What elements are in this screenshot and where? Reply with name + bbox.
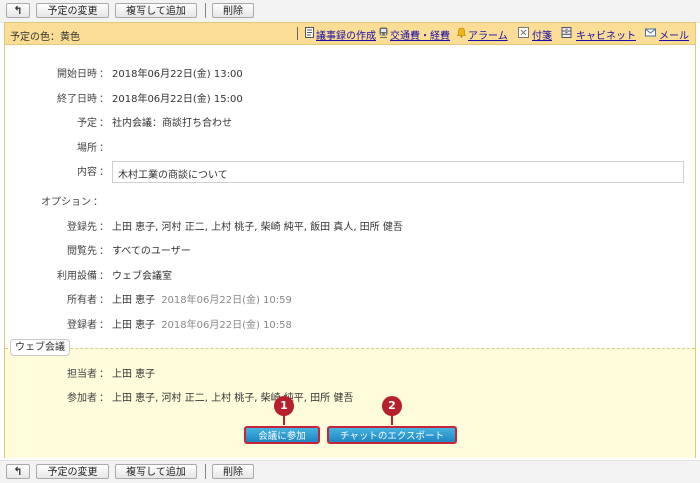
facility-colon: ： bbox=[99, 271, 109, 282]
facility-value: ウェブ会議室 bbox=[112, 271, 172, 282]
callout-1-badge: 1 bbox=[274, 396, 294, 416]
mail-link[interactable]: メール bbox=[659, 27, 689, 42]
expenses-link[interactable]: 交通費・経費 bbox=[390, 27, 450, 42]
registrar-value: 上田 恵子 2018年06月22日(金) 10:58 bbox=[112, 316, 292, 331]
content-colon: ： bbox=[99, 167, 109, 178]
schedule-value: 社内会議：商談打ち合わせ bbox=[112, 118, 232, 129]
host-value: 上田 恵子 bbox=[112, 369, 156, 380]
bell-icon bbox=[456, 27, 467, 38]
alarm-link[interactable]: アラーム bbox=[468, 27, 508, 42]
content-label: 内容 bbox=[77, 167, 97, 178]
end-label: 終了日時 bbox=[57, 94, 97, 105]
cabinet-icon bbox=[561, 27, 572, 38]
export-chat-button[interactable]: チャットのエクスポート bbox=[327, 426, 457, 444]
join-meeting-button[interactable]: 会議に参加 bbox=[244, 426, 320, 444]
callout-2-badge: 2 bbox=[382, 396, 402, 416]
host-colon: ： bbox=[99, 369, 109, 380]
participants-label: 参加者 bbox=[67, 393, 97, 404]
start-colon: ： bbox=[99, 69, 109, 80]
back-button[interactable]: ↰ bbox=[6, 3, 30, 18]
option-colon: ： bbox=[93, 197, 103, 208]
owner-name: 上田 恵子 bbox=[112, 295, 156, 306]
viewers-colon: ： bbox=[99, 246, 109, 257]
change-schedule-button-bottom[interactable]: 予定の変更 bbox=[36, 464, 109, 479]
viewers-label: 閲覧先 bbox=[67, 246, 97, 257]
header-separator bbox=[297, 27, 298, 40]
place-label: 場所 bbox=[77, 143, 97, 154]
registrar-name: 上田 恵子 bbox=[112, 320, 156, 331]
owner-value: 上田 恵子 2018年06月22日(金) 10:59 bbox=[112, 291, 292, 306]
cabinet-link[interactable]: キャビネット bbox=[576, 27, 636, 42]
toolbar-separator bbox=[205, 3, 206, 18]
host-label: 担当者 bbox=[67, 369, 97, 380]
mail-icon bbox=[645, 28, 656, 37]
sticky-note-icon bbox=[518, 27, 529, 38]
participants-colon: ： bbox=[99, 393, 109, 404]
facility-label: 利用設備 bbox=[57, 271, 97, 282]
copy-add-button-bottom[interactable]: 複写して追加 bbox=[115, 464, 197, 479]
back-button-bottom[interactable]: ↰ bbox=[6, 464, 30, 479]
train-icon bbox=[379, 27, 388, 38]
start-value: 2018年06月22日(金) 13:00 bbox=[112, 69, 243, 80]
owner-time: 2018年06月22日(金) 10:59 bbox=[161, 295, 292, 306]
schedule-label: 予定 bbox=[77, 118, 97, 129]
change-schedule-button[interactable]: 予定の変更 bbox=[36, 3, 109, 18]
top-toolbar: ↰ 予定の変更 複写して追加 削除 bbox=[0, 0, 700, 23]
delete-button-bottom[interactable]: 削除 bbox=[212, 464, 254, 479]
schedule-detail-panel: 予定の色：黄色 議事録の作成 交通費・経費 アラーム 付箋 キャビネット メール… bbox=[4, 22, 696, 458]
minutes-link[interactable]: 議事録の作成 bbox=[316, 27, 376, 42]
toolbar-separator-bottom bbox=[205, 464, 206, 479]
end-colon: ： bbox=[99, 94, 109, 105]
end-value: 2018年06月22日(金) 15:00 bbox=[112, 94, 243, 105]
start-label: 開始日時 bbox=[57, 69, 97, 80]
content-value: 木村工業の商談について bbox=[112, 161, 684, 183]
note-link[interactable]: 付箋 bbox=[532, 27, 552, 42]
back-arrow-icon: ↰ bbox=[13, 465, 23, 478]
owner-label: 所有者 bbox=[67, 295, 97, 306]
viewers-value: すべてのユーザー bbox=[112, 246, 191, 257]
minutes-icon bbox=[305, 27, 314, 38]
delete-button[interactable]: 削除 bbox=[212, 3, 254, 18]
participants-value: 上田 恵子, 河村 正二, 上村 桃子, 柴崎 純平, 田所 健吾 bbox=[112, 393, 354, 404]
owner-colon: ： bbox=[99, 295, 109, 306]
web-meeting-tag: ウェブ会議 bbox=[10, 339, 70, 356]
bottom-toolbar: ↰ 予定の変更 複写して追加 削除 bbox=[0, 460, 700, 483]
schedule-colon: ： bbox=[99, 118, 109, 129]
registrants-colon: ： bbox=[99, 222, 109, 233]
header-bar: 予定の色：黄色 議事録の作成 交通費・経費 アラーム 付箋 キャビネット メール bbox=[5, 23, 695, 45]
back-arrow-icon: ↰ bbox=[13, 4, 23, 17]
registrar-colon: ： bbox=[99, 320, 109, 331]
registrar-label: 登録者 bbox=[67, 320, 97, 331]
registrants-label: 登録先 bbox=[67, 222, 97, 233]
registrants-value: 上田 恵子, 河村 正二, 上村 桃子, 柴崎 純平, 飯田 真人, 田所 健吾 bbox=[112, 222, 403, 233]
copy-add-button[interactable]: 複写して追加 bbox=[115, 3, 197, 18]
registrar-time: 2018年06月22日(金) 10:58 bbox=[161, 320, 292, 331]
option-label: オプション bbox=[41, 197, 91, 208]
place-colon: ： bbox=[99, 143, 109, 154]
schedule-color-label: 予定の色：黄色 bbox=[10, 32, 80, 43]
